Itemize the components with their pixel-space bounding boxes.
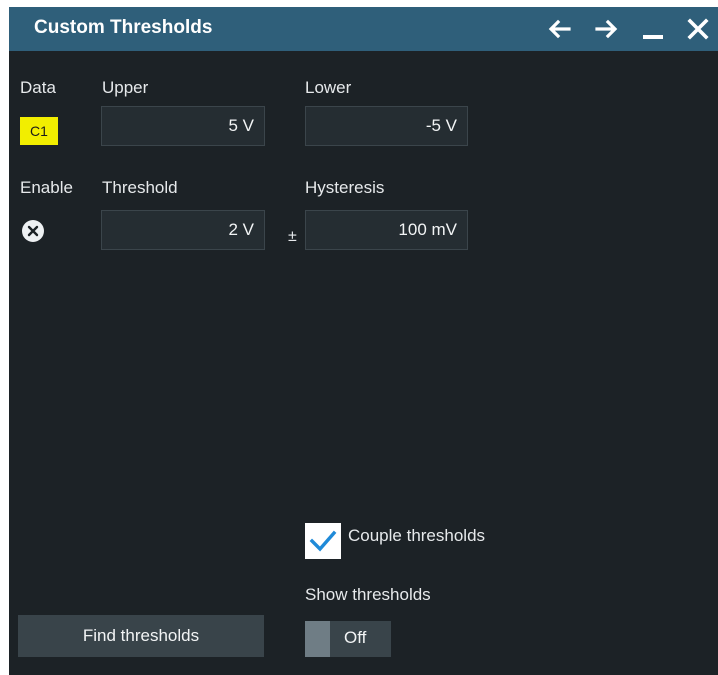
custom-thresholds-dialog: Custom Thresholds Data Upper Lower C1 5 … (9, 7, 718, 675)
data-label: Data (20, 78, 56, 97)
lower-label: Lower (305, 78, 352, 97)
hysteresis-field[interactable]: 100 mV (305, 210, 468, 250)
arrow-left-icon[interactable] (545, 15, 573, 43)
dialog-titlebar: Custom Thresholds (9, 7, 718, 51)
threshold-label: Threshold (102, 178, 178, 197)
hysteresis-label: Hysteresis (305, 178, 385, 197)
toggle-state-text: Off (344, 628, 367, 647)
lower-threshold-field[interactable]: -5 V (305, 106, 468, 146)
checkmark-icon (309, 529, 337, 553)
couple-thresholds-label: Couple thresholds (348, 526, 486, 545)
couple-thresholds-checkbox[interactable] (305, 523, 341, 559)
show-thresholds-label: Show thresholds (305, 585, 431, 604)
close-circle-icon (27, 225, 39, 237)
dialog-title: Custom Thresholds (34, 17, 213, 38)
enable-toggle-button[interactable] (22, 220, 44, 242)
plus-minus-symbol: ± (288, 228, 297, 245)
show-thresholds-toggle[interactable]: Off (305, 621, 391, 657)
close-icon[interactable] (684, 15, 712, 43)
upper-threshold-field[interactable]: 5 V (101, 106, 265, 146)
threshold-field[interactable]: 2 V (101, 210, 265, 250)
enable-label: Enable (20, 178, 73, 197)
arrow-right-icon[interactable] (593, 15, 621, 43)
upper-label: Upper (102, 78, 149, 97)
find-thresholds-button[interactable]: Find thresholds (18, 615, 264, 657)
toggle-knob (305, 621, 330, 657)
minimize-icon[interactable] (639, 15, 667, 43)
data-source-channel-button[interactable]: C1 (20, 117, 58, 145)
